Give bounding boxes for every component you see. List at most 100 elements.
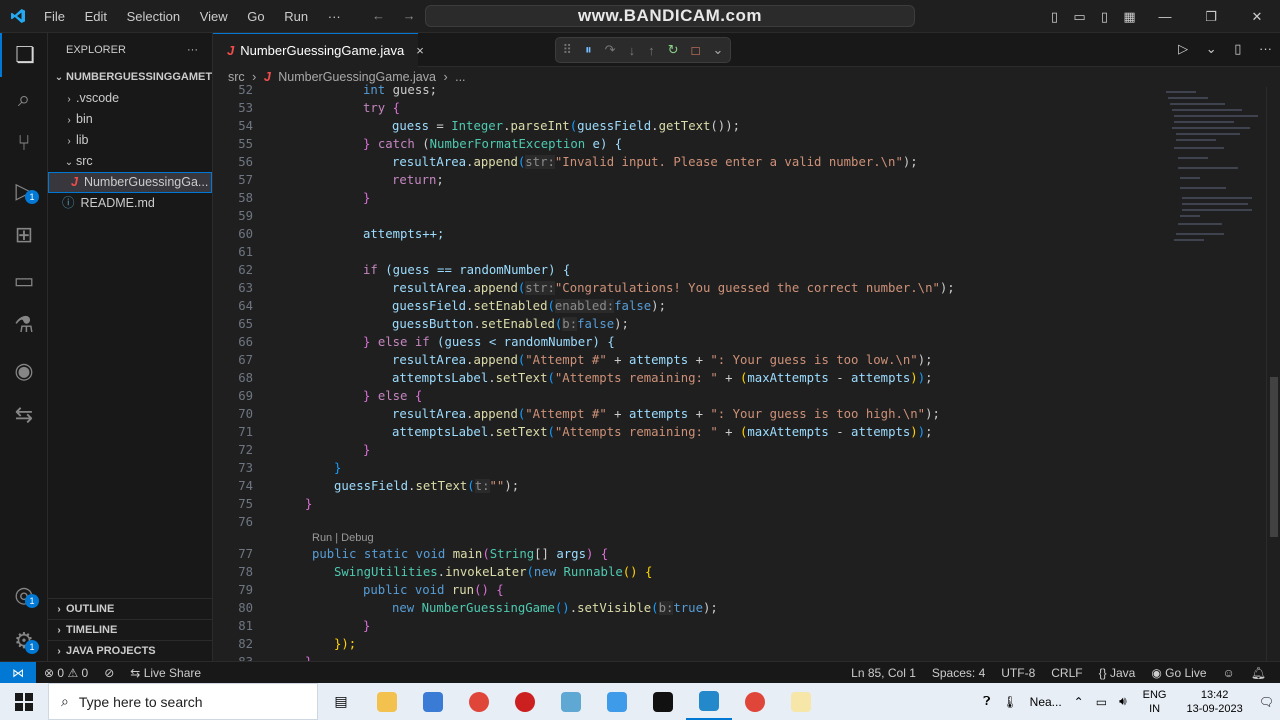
chevron-down-icon[interactable]: ⌄ (1206, 41, 1217, 56)
store-icon[interactable] (410, 683, 456, 720)
folder-root[interactable]: ⌄ NUMBERGUESSINGGAMETW (48, 67, 212, 88)
account-icon[interactable]: ◎ 1 (0, 573, 48, 617)
go-live-button[interactable]: ◉ Go Live (1143, 666, 1214, 680)
language-mode[interactable]: {} Java (1091, 666, 1144, 680)
menu-view[interactable]: View (192, 9, 236, 24)
run-debug-icon[interactable]: ▷ 1 (0, 169, 48, 213)
close-window-button[interactable]: ✕ (1234, 9, 1280, 25)
code-line: 59 (213, 207, 1173, 225)
panel-timeline[interactable]: › TIMELINE (48, 619, 213, 640)
code-line: 61 (213, 243, 1173, 261)
bandicam-icon[interactable] (502, 683, 548, 720)
menu-edit[interactable]: Edit (77, 9, 115, 24)
more-actions-icon[interactable]: ··· (1259, 41, 1272, 56)
toggle-panel-icon[interactable]: ▭ (1067, 9, 1092, 25)
search-icon[interactable]: ⌕ (0, 77, 48, 121)
live-share-icon[interactable]: ⇆ (0, 393, 48, 437)
file-numberguessinggame-label: NumberGuessingGa... (83, 175, 209, 189)
live-share-button[interactable]: ⇆ Live Share (122, 666, 209, 680)
menu-run[interactable]: Run (276, 9, 316, 24)
encoding[interactable]: UTF-8 (993, 666, 1043, 680)
vertical-scrollbar[interactable] (1266, 87, 1280, 661)
split-editor-icon[interactable]: ▯ (1234, 41, 1241, 56)
toggle-secondary-sidebar-icon[interactable]: ▯ (1092, 9, 1117, 25)
restore-button[interactable]: ❐ (1188, 9, 1234, 25)
step-over-icon[interactable]: ↷ (605, 42, 616, 58)
folder-vscode[interactable]: › .vscode (48, 88, 212, 109)
chrome-profile-icon[interactable] (732, 683, 778, 720)
menu-go[interactable]: Go (239, 9, 272, 24)
weather-label[interactable]: Nea... (1024, 695, 1068, 709)
line-number: 77 (238, 547, 253, 561)
testing-icon[interactable]: ⚗ (0, 303, 48, 347)
file-explorer-icon[interactable] (364, 683, 410, 720)
chrome-icon[interactable] (456, 683, 502, 720)
extensions-icon[interactable]: ⊞ (0, 213, 48, 257)
file-readme[interactable]: ⓘ README.md (48, 193, 212, 214)
intellij-icon[interactable] (640, 683, 686, 720)
chevron-up-icon[interactable]: ⌃ (1068, 695, 1090, 709)
code-token: . (651, 119, 659, 133)
command-center[interactable]: www.BANDICAM.com (425, 5, 915, 27)
app-icon[interactable] (548, 683, 594, 720)
tab-numberguessinggame[interactable]: J NumberGuessingGame.java × (213, 33, 424, 67)
help-icon[interactable]: ❓︎ (977, 694, 996, 709)
drag-handle-icon[interactable]: ⠿ (563, 42, 573, 58)
minimap[interactable] (1166, 87, 1266, 287)
cursor-position[interactable]: Ln 85, Col 1 (843, 666, 924, 680)
weather-icon[interactable]: 🌡︎ (996, 695, 1023, 709)
explorer-icon[interactable]: ❏ (0, 33, 48, 77)
panel-outline[interactable]: › OUTLINE (48, 598, 213, 619)
line-number: 64 (238, 299, 253, 313)
explorer-more-button[interactable]: ··· (187, 33, 198, 67)
end-of-line[interactable]: CRLF (1043, 666, 1090, 680)
inlay-hint: enabled: (554, 299, 615, 313)
restart-icon[interactable]: ↻ (668, 42, 679, 58)
network-icon[interactable]: ▭ (1090, 695, 1113, 709)
folder-src[interactable]: ⌄ src (48, 151, 212, 172)
indentation[interactable]: Spaces: 4 (924, 666, 993, 680)
pause-icon[interactable]: ⏸ (585, 42, 592, 58)
menu-file[interactable]: File (36, 9, 73, 24)
menu-selection[interactable]: Selection (119, 9, 188, 24)
remote-explorer-icon[interactable]: ▭ (0, 259, 48, 303)
settings-gear-icon[interactable]: ⚙ 1 (0, 619, 48, 663)
forward-arrow-icon[interactable]: → (403, 8, 416, 23)
folder-lib[interactable]: › lib (48, 130, 212, 151)
close-icon[interactable]: × (416, 43, 424, 58)
run-icon[interactable]: ▷ (1178, 41, 1188, 56)
step-into-icon[interactable]: ↓ (629, 43, 636, 58)
clock[interactable]: 13:42 13-09-2023 (1176, 688, 1252, 716)
volume-icon[interactable]: 🔊︎ (1113, 694, 1133, 709)
windows-taskbar: ⌕ Type here to search ▤ ❓︎ 🌡︎ Nea... ⌃ ▭… (0, 683, 1280, 720)
file-numberguessinggame[interactable]: J NumberGuessingGa... (48, 172, 212, 193)
github-icon[interactable]: ◉ (0, 349, 48, 393)
customize-layout-icon[interactable]: ▦ (1117, 9, 1142, 25)
remote-indicator-icon[interactable]: ⋈ (0, 661, 36, 684)
source-control-icon[interactable]: ⑂ (0, 121, 48, 165)
menu-more[interactable]: ··· (320, 9, 349, 24)
scrollbar-thumb[interactable] (1270, 377, 1278, 537)
language-indicator[interactable]: ENG IN (1133, 688, 1177, 716)
folder-bin[interactable]: › bin (48, 109, 212, 130)
notifications-bell-icon[interactable]: 🔔︎ (1243, 666, 1274, 680)
notification-center-icon[interactable]: 🗨︎ (1253, 695, 1280, 709)
vscode-taskbar-icon[interactable] (686, 683, 732, 720)
panel-java-projects[interactable]: › JAVA PROJECTS (48, 640, 213, 661)
notepad-icon[interactable] (778, 683, 824, 720)
minimize-button[interactable]: — (1142, 9, 1188, 24)
stop-icon[interactable]: □ (692, 43, 700, 58)
activity-bar: ❏ ⌕ ⑂ ▷ 1 ⊞ ▭ ⚗ ◉ ⇆ ◎ 1 ⚙ 1 (0, 33, 48, 661)
ports-icon[interactable]: ⊘ (96, 666, 122, 680)
task-view-icon[interactable]: ▤ (318, 683, 364, 720)
problems-indicator[interactable]: ⊗ 0 ⚠ 0 (36, 666, 96, 680)
toggle-sidebar-icon[interactable]: ▯ (1042, 9, 1067, 25)
run-debug-badge: 1 (25, 190, 39, 204)
feedback-icon[interactable]: ☺ (1215, 666, 1243, 680)
back-arrow-icon[interactable]: ← (372, 8, 385, 23)
taskbar-search[interactable]: ⌕ Type here to search (48, 683, 318, 720)
chevron-down-icon[interactable]: ⌄ (713, 42, 724, 58)
step-out-icon[interactable]: ↑ (648, 43, 655, 58)
app-hex-icon[interactable] (594, 683, 640, 720)
windows-start-icon[interactable] (0, 683, 48, 720)
